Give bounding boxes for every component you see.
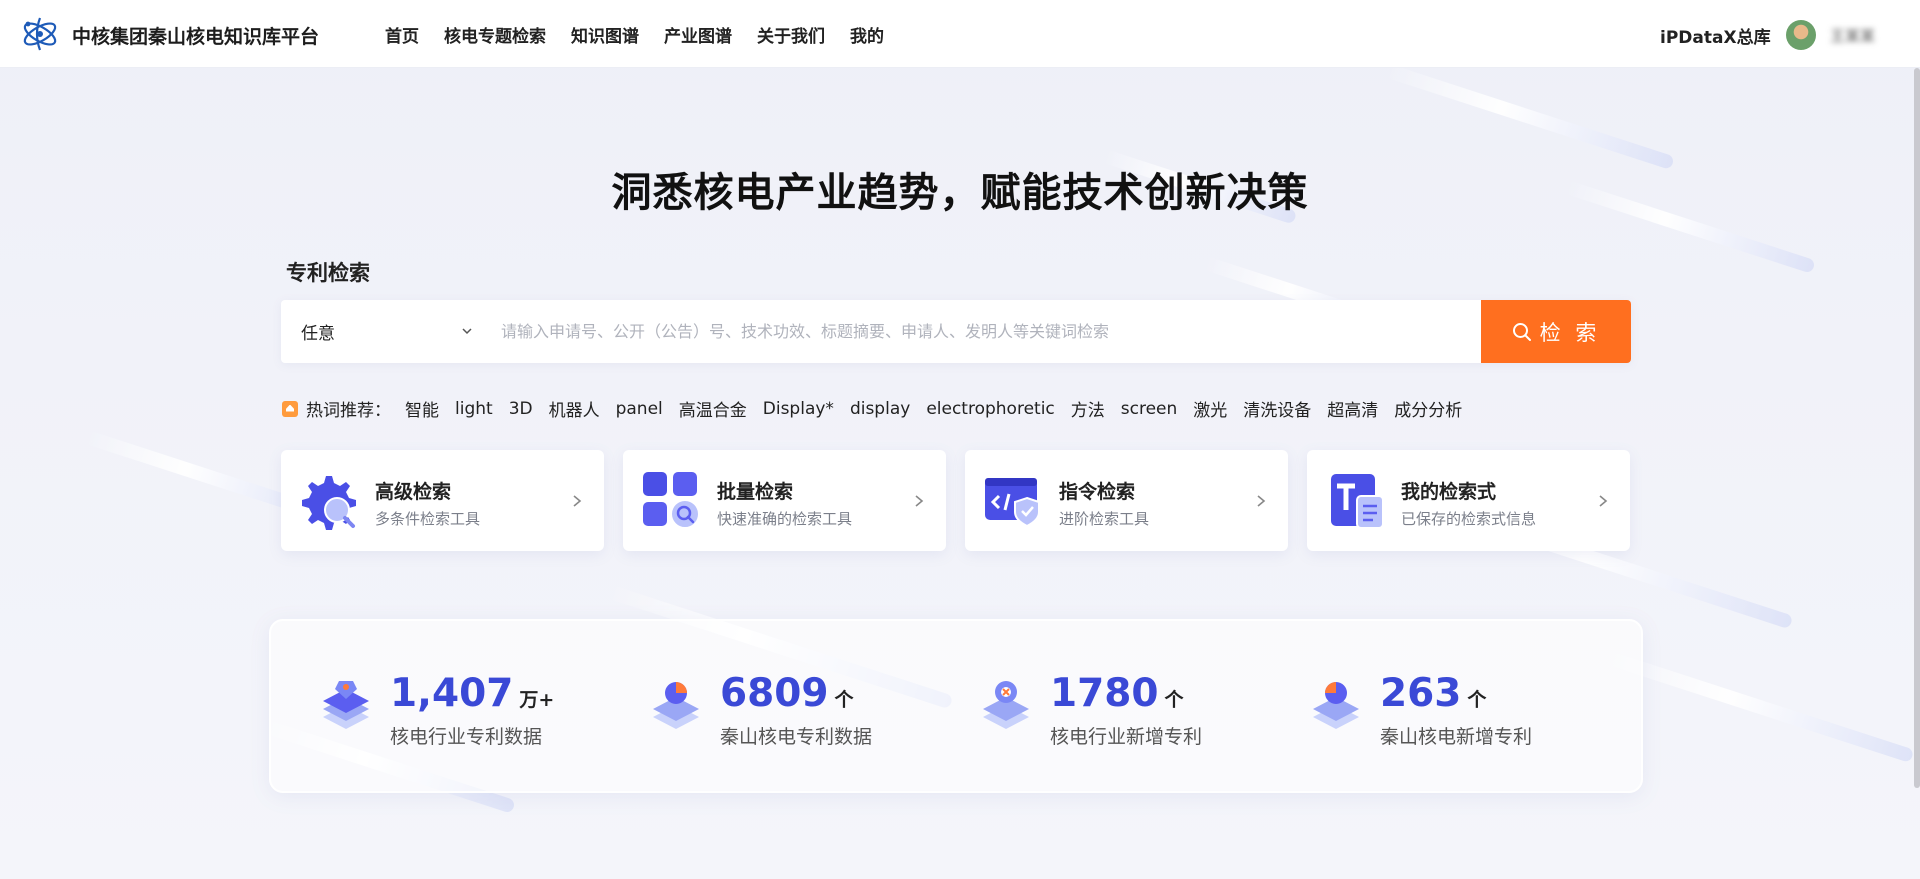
hot-keyword[interactable]: light [455, 399, 493, 419]
org-switch-link[interactable]: iPDataX总库 [1660, 23, 1771, 48]
hot-keyword[interactable]: 3D [509, 399, 533, 419]
command-search-card[interactable]: 指令检索 进阶检索工具 [965, 450, 1288, 551]
nav-topic-search[interactable]: 核电专题检索 [444, 22, 546, 47]
card-subtitle: 已保存的检索式信息 [1401, 510, 1537, 528]
chevron-right-icon [915, 495, 924, 507]
hot-keyword[interactable]: 成分分析 [1394, 396, 1462, 421]
chevron-down-icon [462, 328, 472, 335]
hot-keyword[interactable]: Display* [763, 399, 834, 419]
stat-value: 1780 个 [1050, 671, 1184, 716]
patent-search-label: 专利检索 [286, 261, 370, 285]
hot-keyword[interactable]: 清洗设备 [1243, 396, 1311, 421]
hot-keywords-label: 热词推荐： [306, 401, 391, 421]
search-field-value: 任意 [301, 324, 335, 344]
search-button[interactable]: 检 索 [1481, 300, 1631, 363]
chevron-right-icon [1599, 495, 1608, 507]
atom-logo-icon[interactable] [20, 14, 60, 54]
stat-value: 1,407 万+ [390, 671, 555, 716]
stat-label: 秦山核电新增专利 [1380, 726, 1533, 748]
page-scrollbar[interactable] [1914, 68, 1920, 788]
chevron-right-icon [573, 495, 582, 507]
code-shield-icon [985, 478, 1040, 528]
hot-keyword[interactable]: 高温合金 [679, 396, 747, 421]
card-subtitle: 快速准确的检索工具 [717, 510, 853, 528]
pie-chart-stack-icon [653, 682, 699, 729]
search-input[interactable] [495, 300, 1481, 363]
stats-panel: 1,407 万+ 核电行业专利数据 6809 个 秦山核电专利数据 1780 个 核电… [269, 619, 1643, 793]
stat-unit: 个 [1164, 689, 1184, 711]
card-title: 批量检索 [717, 481, 794, 503]
card-subtitle: 进阶检索工具 [1059, 510, 1150, 528]
gear-stack-icon [983, 681, 1029, 729]
hot-home-icon [282, 400, 298, 417]
hot-keyword[interactable]: 智能 [405, 396, 439, 421]
top-navigation-bar: 中核集团秦山核电知识库平台 首页 核电专题检索 知识图谱 产业图谱 关于我们 我… [0, 0, 1920, 68]
nav-about-us[interactable]: 关于我们 [757, 22, 825, 47]
chevron-right-icon [1257, 495, 1266, 507]
hot-keyword[interactable]: screen [1121, 399, 1178, 419]
search-button-label: 检 索 [1539, 320, 1601, 345]
nav-mine[interactable]: 我的 [850, 22, 884, 47]
search-tool-cards: 高级检索 多条件检索工具 批量检索 快速准确的检索工具 指令检索 进阶检索工具 [281, 450, 1649, 551]
stat-unit: 个 [1467, 689, 1487, 711]
gear-search-icon [302, 476, 356, 530]
search-icon [1512, 322, 1531, 341]
stat-value: 263 个 [1380, 671, 1487, 716]
search-field-select[interactable]: 任意 [281, 300, 495, 363]
stat-unit: 万+ [519, 689, 555, 711]
avatar[interactable] [1786, 20, 1816, 50]
card-title: 我的检索式 [1401, 481, 1497, 503]
batch-search-card[interactable]: 批量检索 快速准确的检索工具 [623, 450, 946, 551]
nav-industry-map[interactable]: 产业图谱 [664, 22, 732, 47]
card-subtitle: 多条件检索工具 [375, 510, 481, 528]
card-title: 指令检索 [1059, 481, 1136, 503]
hot-keyword[interactable]: 方法 [1071, 396, 1105, 421]
stat-value: 6809 个 [720, 671, 854, 716]
hot-keyword[interactable]: 机器人 [549, 396, 600, 421]
hot-keyword[interactable]: panel [616, 399, 663, 419]
advanced-search-card[interactable]: 高级检索 多条件检索工具 [281, 450, 604, 551]
site-brand-title[interactable]: 中核集团秦山核电知识库平台 [72, 22, 319, 49]
hot-keywords: 热词推荐： 智能 light 3D 机器人 panel 高温合金 Display… [282, 396, 1478, 421]
nav-knowledge-graph[interactable]: 知识图谱 [571, 22, 639, 47]
stat-label: 秦山核电专利数据 [720, 726, 873, 748]
hero-headline: 洞悉核电产业趋势，赋能技术创新决策 [611, 170, 1309, 216]
main-nav: 首页 核电专题检索 知识图谱 产业图谱 关于我们 我的 [385, 0, 909, 68]
stat-label: 核电行业专利数据 [390, 726, 543, 748]
grid-search-icon [643, 472, 700, 529]
hot-keyword[interactable]: 超高清 [1327, 396, 1378, 421]
stat-label: 核电行业新增专利 [1050, 726, 1203, 748]
database-badge-icon [323, 681, 369, 729]
saved-queries-card[interactable]: 我的检索式 已保存的检索式信息 [1307, 450, 1630, 551]
search-bar: 任意 检 索 [281, 300, 1631, 363]
hot-keyword[interactable]: 激光 [1193, 396, 1227, 421]
hot-keyword[interactable]: display [850, 399, 910, 419]
hot-keyword[interactable]: electrophoretic [926, 399, 1054, 419]
stat-unit: 个 [834, 689, 854, 711]
card-title: 高级检索 [375, 481, 452, 503]
pie-chart-stack-icon [1313, 682, 1359, 729]
username[interactable]: 王某某 [1830, 25, 1875, 46]
text-document-icon [1331, 474, 1384, 529]
nav-home[interactable]: 首页 [385, 22, 419, 47]
